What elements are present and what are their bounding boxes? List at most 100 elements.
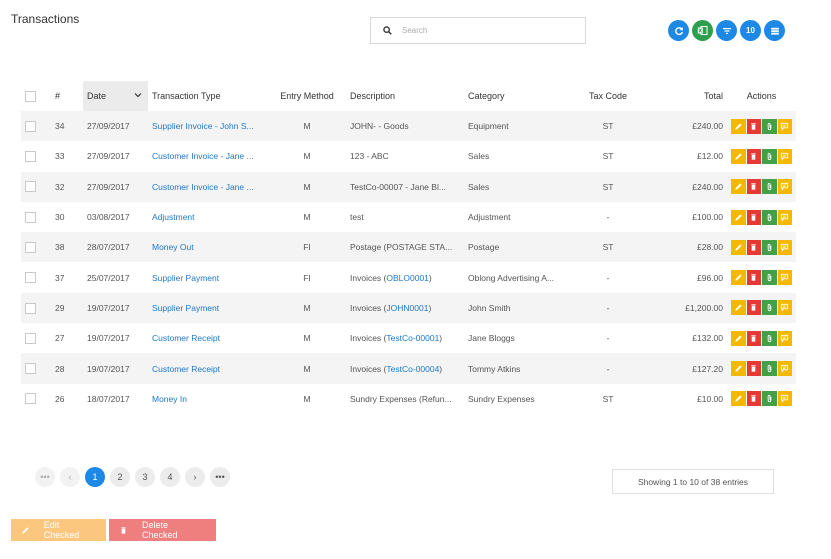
page-button-1[interactable]: 1 xyxy=(85,467,105,487)
row-type-link[interactable]: Supplier Payment xyxy=(148,292,268,324)
table-row[interactable]: 30 03/08/2017 Adjustment M test Adjustme… xyxy=(21,202,796,232)
attach-button[interactable] xyxy=(762,391,777,407)
row-type-link[interactable]: Money In xyxy=(148,384,268,414)
column-header-type[interactable]: Transaction Type xyxy=(148,81,268,111)
table-row[interactable]: 37 25/07/2017 Supplier Payment FI Invoic… xyxy=(21,262,796,292)
edit-button[interactable] xyxy=(731,361,746,377)
table-row[interactable]: 34 27/09/2017 Supplier Invoice - John S.… xyxy=(21,111,796,142)
table-row[interactable]: 38 28/07/2017 Money Out FI Postage (POST… xyxy=(21,232,796,263)
edit-button[interactable] xyxy=(731,330,746,346)
page-last-button[interactable]: ••• xyxy=(210,467,230,487)
note-button[interactable] xyxy=(777,179,792,195)
delete-button[interactable] xyxy=(746,209,761,225)
column-header-tax-code[interactable]: Tax Code xyxy=(576,81,640,111)
row-description-link[interactable]: TestCo-00001 xyxy=(386,333,439,343)
row-type-link[interactable]: Customer Invoice - Jane ... xyxy=(148,141,268,171)
column-header-category[interactable]: Category xyxy=(464,81,576,111)
delete-button[interactable] xyxy=(746,300,761,316)
table-row[interactable]: 28 19/07/2017 Customer Receipt M Invoice… xyxy=(21,353,796,384)
attach-button[interactable] xyxy=(762,118,777,134)
row-description-link[interactable]: JOHN0001 xyxy=(386,303,428,313)
row-type-link[interactable]: Customer Invoice - Jane ... xyxy=(148,171,268,202)
select-all-checkbox[interactable] xyxy=(25,90,36,102)
table-row[interactable]: 33 27/09/2017 Customer Invoice - Jane ..… xyxy=(21,141,796,171)
row-type-link[interactable]: Money Out xyxy=(148,232,268,263)
row-checkbox[interactable] xyxy=(25,151,36,163)
note-button[interactable] xyxy=(777,361,792,377)
edit-button[interactable] xyxy=(731,148,746,164)
delete-button[interactable] xyxy=(746,239,761,255)
note-button[interactable] xyxy=(777,330,792,346)
delete-button[interactable] xyxy=(746,391,761,407)
edit-checked-button[interactable]: Edit Checked xyxy=(11,519,106,541)
page-next-button[interactable]: › xyxy=(185,467,205,487)
column-header-total[interactable]: Total xyxy=(640,81,727,111)
page-button-3[interactable]: 3 xyxy=(135,467,155,487)
filter-button[interactable] xyxy=(716,20,737,41)
refresh-button[interactable] xyxy=(668,20,689,41)
delete-button[interactable] xyxy=(746,330,761,346)
row-checkbox[interactable] xyxy=(25,211,36,223)
attach-button[interactable] xyxy=(762,239,777,255)
column-header-method[interactable]: Entry Method xyxy=(268,81,346,111)
row-checkbox[interactable] xyxy=(25,302,36,314)
attach-button[interactable] xyxy=(762,330,777,346)
page-prev-button[interactable]: ‹ xyxy=(60,467,80,487)
row-checkbox[interactable] xyxy=(25,181,36,193)
page-first-button[interactable]: ••• xyxy=(35,467,55,487)
edit-button[interactable] xyxy=(731,179,746,195)
search-input[interactable] xyxy=(402,26,572,35)
table-row[interactable]: 32 27/09/2017 Customer Invoice - Jane ..… xyxy=(21,171,796,202)
delete-button[interactable] xyxy=(746,118,761,134)
row-checkbox[interactable] xyxy=(25,120,36,132)
row-checkbox[interactable] xyxy=(25,363,36,375)
edit-button[interactable] xyxy=(731,391,746,407)
column-header-date[interactable]: Date xyxy=(83,81,148,111)
delete-button[interactable] xyxy=(746,270,761,286)
columns-button[interactable] xyxy=(764,20,785,41)
page-button-4[interactable]: 4 xyxy=(160,467,180,487)
note-button[interactable] xyxy=(777,118,792,134)
attach-button[interactable] xyxy=(762,148,777,164)
note-button[interactable] xyxy=(777,209,792,225)
note-button[interactable] xyxy=(777,239,792,255)
row-type-link[interactable]: Customer Receipt xyxy=(148,323,268,353)
table-row[interactable]: 29 19/07/2017 Supplier Payment M Invoice… xyxy=(21,292,796,324)
delete-button[interactable] xyxy=(746,179,761,195)
table-row[interactable]: 27 19/07/2017 Customer Receipt M Invoice… xyxy=(21,323,796,353)
row-checkbox[interactable] xyxy=(25,241,36,253)
edit-button[interactable] xyxy=(731,270,746,286)
row-type-link[interactable]: Supplier Payment xyxy=(148,262,268,292)
edit-button[interactable] xyxy=(731,239,746,255)
attach-button[interactable] xyxy=(762,179,777,195)
row-type-link[interactable]: Customer Receipt xyxy=(148,353,268,384)
edit-button[interactable] xyxy=(731,300,746,316)
table-row[interactable]: 26 18/07/2017 Money In M Sundry Expenses… xyxy=(21,384,796,414)
search-box[interactable] xyxy=(370,17,586,44)
delete-button[interactable] xyxy=(746,148,761,164)
edit-button[interactable] xyxy=(731,209,746,225)
row-checkbox[interactable] xyxy=(25,272,36,284)
row-type-link[interactable]: Adjustment xyxy=(148,202,268,232)
delete-checked-button[interactable]: Delete Checked xyxy=(109,519,216,541)
page-size-button[interactable]: 10 xyxy=(740,20,761,41)
row-checkbox[interactable] xyxy=(25,393,36,405)
note-button[interactable] xyxy=(777,148,792,164)
note-button[interactable] xyxy=(777,391,792,407)
row-description-link[interactable]: OBLO0001 xyxy=(386,273,429,283)
export-excel-button[interactable] xyxy=(692,20,713,41)
edit-button[interactable] xyxy=(731,118,746,134)
column-header-description[interactable]: Description xyxy=(346,81,464,111)
attach-button[interactable] xyxy=(762,300,777,316)
attach-button[interactable] xyxy=(762,361,777,377)
note-button[interactable] xyxy=(777,270,792,286)
column-header-id[interactable]: # xyxy=(51,81,83,111)
row-description-link[interactable]: TestCo-00004 xyxy=(386,364,439,374)
delete-button[interactable] xyxy=(746,361,761,377)
row-checkbox[interactable] xyxy=(25,332,36,344)
note-button[interactable] xyxy=(777,300,792,316)
page-button-2[interactable]: 2 xyxy=(110,467,130,487)
attach-button[interactable] xyxy=(762,209,777,225)
row-type-link[interactable]: Supplier Invoice - John S... xyxy=(148,111,268,142)
attach-button[interactable] xyxy=(762,270,777,286)
